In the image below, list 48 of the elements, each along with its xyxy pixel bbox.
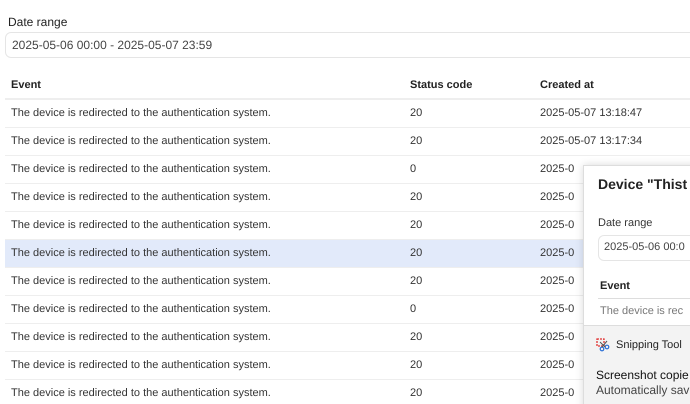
table-cell-text: The device is redirected to the authentication system. xyxy=(10,246,272,262)
column-header: Event xyxy=(598,274,690,298)
app-name: Snipping Tool xyxy=(616,338,682,353)
table-cell-text: The device is redirected to the authentication system. xyxy=(10,106,272,122)
notification-body: Automatically sav xyxy=(596,382,690,398)
table-cell-text: The device is redirected to the authentication system. xyxy=(10,274,272,290)
table-cell-text: The device is rec xyxy=(599,304,684,320)
table-cell-text: 20 xyxy=(410,358,424,374)
table-cell-text: 2025-0 xyxy=(540,162,574,178)
column-header: Created at xyxy=(540,78,595,93)
table-cell-text: 2025-0 xyxy=(540,302,574,318)
table-cell-text: 2025-0 xyxy=(540,246,574,262)
table-cell-text: 2025-0 xyxy=(540,358,574,374)
table-cell-text: 2025-0 xyxy=(540,218,574,234)
table-cell-text: The device is redirected to the authentication system. xyxy=(10,134,272,150)
scissors-icon xyxy=(596,338,610,352)
field-label: Date range xyxy=(7,14,68,30)
table-cell-text: The device is redirected to the authentication system. xyxy=(10,218,272,234)
notification-title: Screenshot copie xyxy=(596,368,690,382)
table-cell-text: The device is redirected to the authentication system. xyxy=(10,386,272,402)
table-cell-text: 2025-0 xyxy=(540,330,574,346)
table-cell-text: 2025-0 xyxy=(540,386,574,402)
table-cell-text: 0 xyxy=(410,302,418,318)
table-cell-text: The device is redirected to the authentication system. xyxy=(10,330,272,346)
table-cell-text: 20 xyxy=(410,246,424,262)
table-cell-text: The device is redirected to the authentication system. xyxy=(10,358,272,374)
table-cell-text: 20 xyxy=(410,330,424,346)
date-range-field[interactable]: 2025-05-06 00:0 xyxy=(598,234,690,260)
field-label: Date range xyxy=(598,216,654,231)
table-cell-text: 2025-05-07 13:17:34 xyxy=(540,134,642,150)
table-cell-text: 20 xyxy=(410,386,424,402)
table-cell-text: 2025-0 xyxy=(540,274,574,290)
table-cell-text: 20 xyxy=(410,218,424,234)
table-cell-text: The device is redirected to the authentication system. xyxy=(10,190,272,206)
table-cell-text: 2025-0 xyxy=(540,190,574,206)
dialog-title: Device "Thist xyxy=(598,175,688,194)
column-header: Status code xyxy=(410,78,474,93)
date-range-field[interactable]: 2025-05-06 00:00 - 2025-05-07 23:59 xyxy=(5,32,690,58)
table-row[interactable]: The device is redirected to the authentication system. 20 2025-0 xyxy=(5,240,583,268)
table-cell-text: The device is redirected to the authentication system. xyxy=(10,302,272,318)
table-cell-text: The device is redirected to the authentication system. xyxy=(10,162,272,178)
table-cell-text: 20 xyxy=(410,134,424,150)
table-cell-text: 2025-05-07 13:18:47 xyxy=(540,106,642,122)
table-cell-text: 20 xyxy=(410,274,424,290)
table-cell-text: 20 xyxy=(410,106,424,122)
table-cell-text: 20 xyxy=(410,190,424,206)
table-cell-text: 0 xyxy=(410,162,418,178)
column-header: Event xyxy=(10,78,42,93)
